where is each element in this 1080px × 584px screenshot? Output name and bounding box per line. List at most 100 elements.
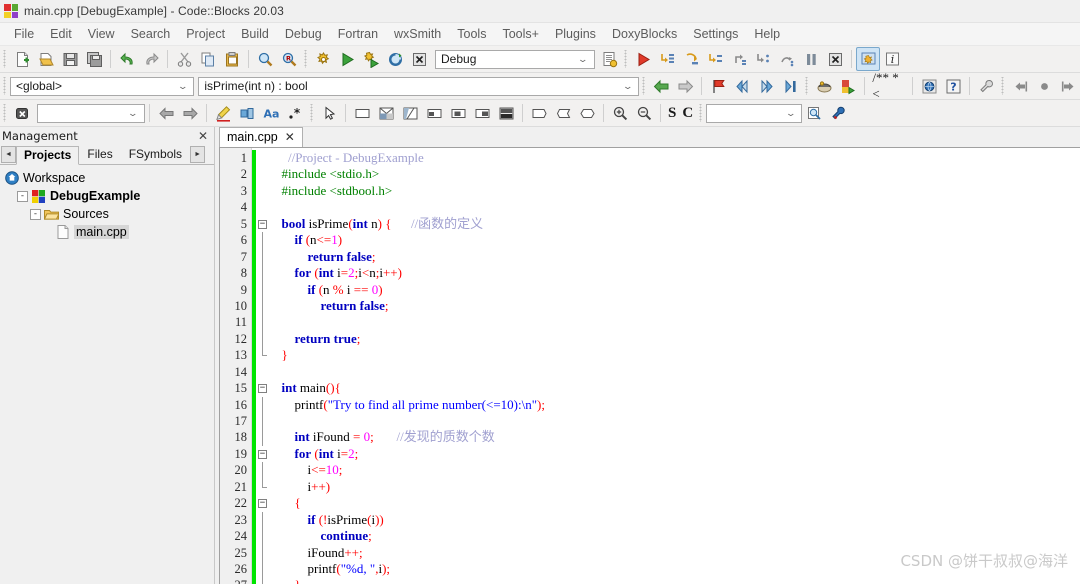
doxyblocks-settings-button[interactable] [974,74,998,98]
management-tab-files[interactable]: Files [79,145,120,164]
fold-cell[interactable] [256,560,270,578]
close-icon[interactable]: ✕ [285,130,295,144]
toggle-bookmark-button[interactable] [706,74,730,98]
wxsmith-layout-split-button[interactable] [494,101,518,125]
toolbar-grip-icon[interactable] [309,104,315,122]
doxyblocks-run-button[interactable] [812,74,836,98]
highlight-occurrences-button[interactable] [211,101,235,125]
fold-cell[interactable] [256,297,270,315]
doxyblocks-extract-button[interactable] [836,74,860,98]
build-options-button[interactable] [597,47,621,71]
toolbar-grip-icon[interactable] [641,77,648,95]
fold-cell[interactable] [256,314,270,331]
fold-collapse-icon[interactable]: − [258,499,267,509]
menu-help[interactable]: Help [746,25,788,43]
debug-next-line-button[interactable] [679,47,703,71]
smart-indent-s-button[interactable]: S [665,105,679,122]
fold-cell[interactable] [256,478,270,495]
wxsmith-box-sizer-button[interactable] [398,101,422,125]
clear-bookmarks-button[interactable] [778,74,802,98]
toolbar-grip-icon[interactable] [2,104,8,122]
align-left-button[interactable] [1008,74,1032,98]
tree-node-main-cpp[interactable]: main.cpp [4,223,214,241]
fold-cell[interactable] [256,330,270,348]
wxsmith-layout-right-button[interactable] [470,101,494,125]
fold-cell[interactable] [256,265,270,282]
rebuild-button[interactable] [383,47,407,71]
fold-cell[interactable] [256,413,270,430]
fold-cell[interactable] [256,199,270,215]
build-and-run-button[interactable] [359,47,383,71]
debug-step-into-button[interactable] [703,47,727,71]
paste-button[interactable] [220,47,244,71]
menu-fortran[interactable]: Fortran [330,25,386,43]
tree-expander-icon[interactable]: - [17,190,28,202]
align-center-button[interactable] [1032,74,1056,98]
fold-cell[interactable] [256,528,270,545]
open-file-button[interactable] [34,47,58,71]
tree-node-debugexample[interactable]: - DebugExample [4,187,214,205]
folding-margin[interactable]: − − − − [256,148,270,584]
smart-indent-c-button[interactable]: C [679,105,696,122]
code-view[interactable]: 1 2 3 4 5 6 7 8 9 10 11 12 13 14 15 16 17 18 19 20 21 22 23 24 2… [219,147,1080,584]
previous-bookmark-button[interactable] [730,74,754,98]
fold-collapse-icon[interactable]: − [258,449,267,459]
align-right-button[interactable] [1056,74,1080,98]
find-input[interactable]: ⌄ [37,103,145,123]
find-previous-button[interactable] [154,101,178,125]
close-icon[interactable]: ✕ [196,129,210,143]
toolbar-grip-icon[interactable] [698,104,705,122]
code-refactoring-button[interactable] [826,101,850,125]
management-tab-fsymbols[interactable]: FSymbols [121,145,190,164]
selected-text-mode-button[interactable] [235,101,259,125]
regex-button[interactable]: * [283,101,307,125]
wxsmith-grid-sizer-button[interactable] [374,101,398,125]
run-button[interactable] [335,47,359,71]
toolbar-grip-icon[interactable] [2,50,8,68]
fold-cell[interactable] [256,577,270,584]
toolbar-grip-icon[interactable] [303,50,309,68]
fold-cell[interactable] [256,281,270,298]
menu-settings[interactable]: Settings [685,25,746,43]
abort-build-button[interactable] [407,47,431,71]
menu-wxsmith[interactable]: wxSmith [386,25,449,43]
tabs-scroll-right-icon[interactable]: ► [190,146,206,163]
source-code[interactable]: //Project - DebugExample #include <stdio… [270,148,1080,584]
menu-debug[interactable]: Debug [277,25,330,43]
menu-tools[interactable]: Tools [449,25,494,43]
save-all-button[interactable] [82,47,106,71]
menu-view[interactable]: View [80,25,123,43]
debug-info-button[interactable]: i [880,47,904,71]
doxyblocks-html-button[interactable] [917,74,941,98]
navigate-forward-button[interactable] [673,74,697,98]
zoom-in-button[interactable] [608,101,632,125]
clear-find-button[interactable] [10,101,34,125]
copy-button[interactable] [196,47,220,71]
debug-continue-button[interactable] [631,47,655,71]
wxsmith-shape-hex-button[interactable] [551,101,575,125]
fold-cell[interactable]: − [256,446,270,462]
fold-cell[interactable] [256,232,270,249]
match-case-button[interactable]: Aa [259,101,283,125]
zoom-out-button[interactable] [632,101,656,125]
fold-collapse-icon[interactable]: − [258,384,267,394]
fold-cell[interactable] [256,347,270,363]
menu-project[interactable]: Project [178,25,233,43]
toolbar-grip-icon[interactable] [804,77,811,95]
goto-input[interactable]: ⌄ [706,103,803,123]
debug-run-to-cursor-button[interactable] [655,47,679,71]
debug-step-out-button[interactable] [727,47,751,71]
fold-cell[interactable] [256,396,270,413]
fold-cell[interactable] [256,166,270,182]
fold-cell[interactable] [256,429,270,446]
toolbar-grip-icon[interactable] [2,77,8,95]
menu-doxyblocks[interactable]: DoxyBlocks [604,25,685,43]
save-button[interactable] [58,47,82,71]
debug-stop-button[interactable] [823,47,847,71]
toolbar-grip-icon[interactable] [623,50,629,68]
tree-expander-icon[interactable]: - [30,208,41,220]
fold-cell[interactable] [256,462,270,479]
wxsmith-layout-mid-button[interactable] [446,101,470,125]
menu-plugins[interactable]: Plugins [547,25,604,43]
wxsmith-panel-button[interactable] [350,101,374,125]
